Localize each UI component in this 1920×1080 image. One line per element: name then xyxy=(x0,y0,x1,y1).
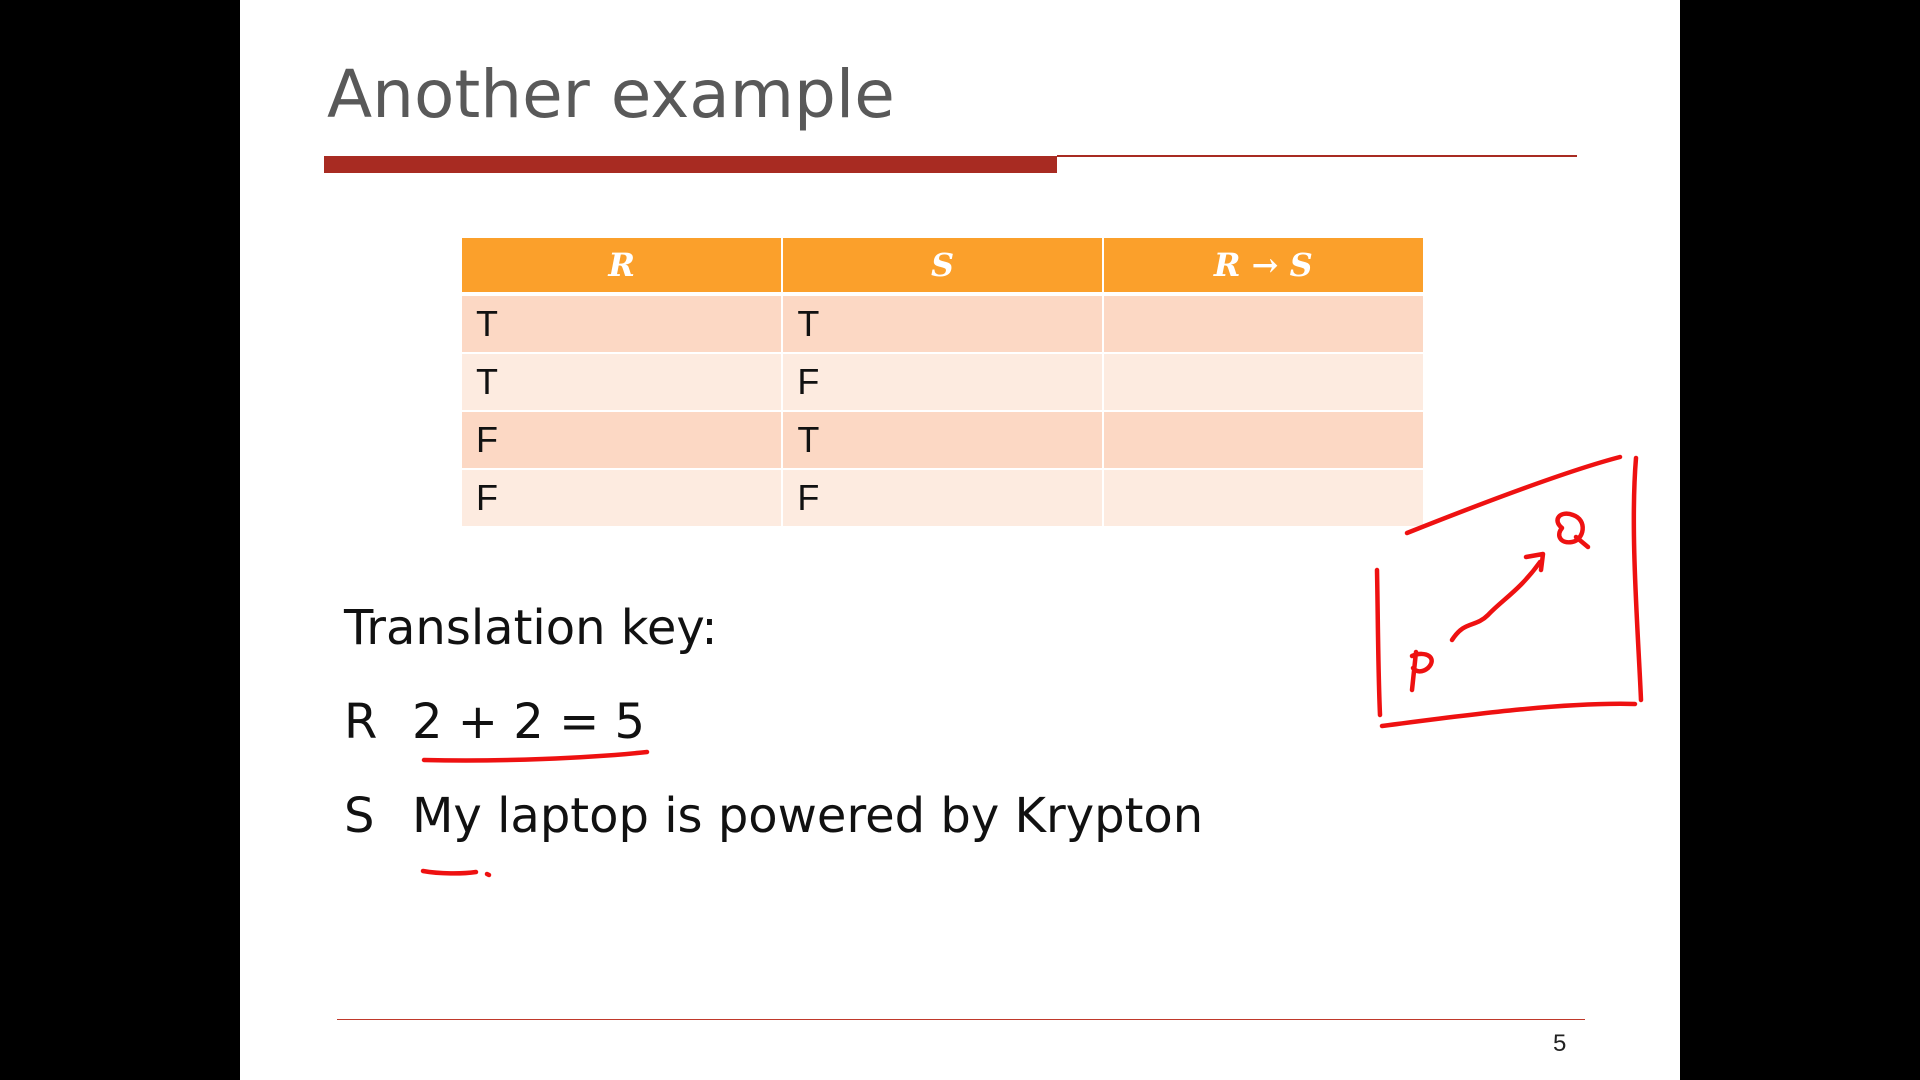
footer-divider xyxy=(337,1019,1585,1020)
underline-s-statement xyxy=(420,868,479,876)
table-row: T T xyxy=(462,294,1423,354)
truth-table: R S R → S T T T F F T F F xyxy=(462,238,1423,528)
video-frame: Another example R S R → S T T T F F T F … xyxy=(0,0,1920,1080)
title-accent-bar xyxy=(324,156,1057,173)
key-text: My laptop is powered by Krypton xyxy=(412,788,1204,844)
table-cell: T xyxy=(782,411,1104,470)
table-row: F T xyxy=(462,411,1423,470)
ink-dot xyxy=(484,871,492,878)
box-left-stroke xyxy=(1374,567,1383,718)
translation-key-heading: Translation key: xyxy=(344,600,718,656)
header-cell-s: S xyxy=(782,238,1104,296)
header-cell-r: R xyxy=(462,238,784,296)
table-cell: T xyxy=(462,353,784,412)
box-top-stroke xyxy=(1404,454,1623,536)
table-cell: F xyxy=(462,411,784,470)
underline-r-statement xyxy=(421,749,650,763)
table-header-row: R S R → S xyxy=(462,238,1423,296)
table-cell xyxy=(1102,353,1423,412)
header-cell-r-implies-s: R → S xyxy=(1102,238,1423,296)
table-row: F F xyxy=(462,469,1423,528)
table-cell: F xyxy=(782,469,1104,528)
key-text: 2 + 2 = 5 xyxy=(412,694,646,750)
key-letter: R xyxy=(344,694,378,750)
presentation-slide: Another example R S R → S T T T F F T F … xyxy=(240,0,1680,1080)
table-cell: T xyxy=(782,294,1104,354)
table-cell xyxy=(1102,294,1423,354)
box-right-stroke xyxy=(1631,455,1644,703)
table-cell xyxy=(1102,469,1423,528)
ink-arrow-shaft xyxy=(1449,559,1543,643)
box-bottom-stroke xyxy=(1379,701,1638,729)
ink-letter-q xyxy=(1555,511,1591,550)
slide-title: Another example xyxy=(327,56,895,133)
ink-arrow-head xyxy=(1523,551,1546,573)
table-cell: T xyxy=(462,294,784,354)
table-cell xyxy=(1102,411,1423,470)
table-row: T F xyxy=(462,353,1423,412)
page-number: 5 xyxy=(1553,1030,1567,1057)
table-cell: F xyxy=(462,469,784,528)
key-letter: S xyxy=(344,788,375,844)
title-accent-line xyxy=(1057,155,1577,157)
table-cell: F xyxy=(782,353,1104,412)
translation-key-item-r: R 2 + 2 = 5 xyxy=(344,696,645,749)
ink-letter-p xyxy=(1409,649,1434,693)
translation-key-item-s: S My laptop is powered by Krypton xyxy=(344,790,1203,843)
